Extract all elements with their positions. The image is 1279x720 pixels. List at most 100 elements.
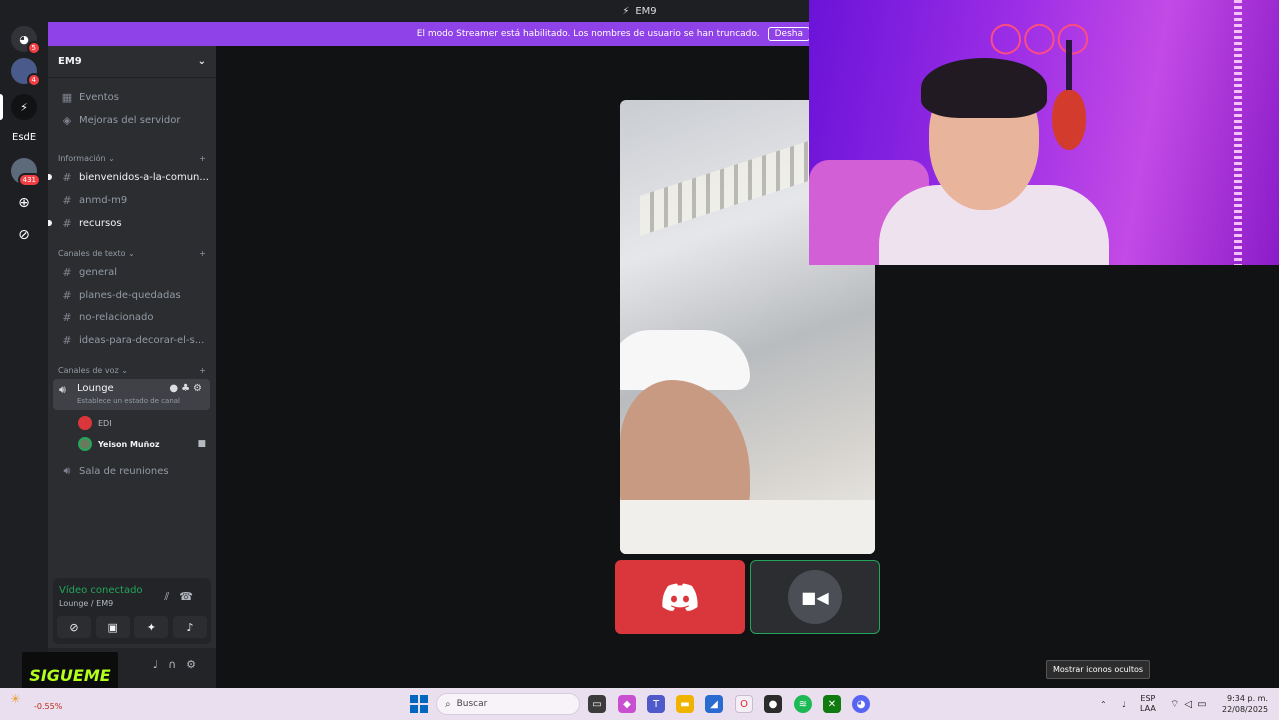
channel-ideas[interactable]: # ideas-para-decorar-el-s... — [54, 330, 210, 350]
hidden-icons-tooltip: Mostrar iconos ocultos — [1046, 660, 1151, 679]
microphone-tray-icon[interactable]: ♩ — [1122, 688, 1126, 720]
microphone-icon[interactable]: ♩ — [153, 658, 168, 671]
discord-icon[interactable]: ◕ — [852, 695, 870, 713]
disconnect-icon[interactable]: ☎ — [179, 590, 203, 603]
unread-indicator — [48, 220, 52, 226]
person-hair — [921, 58, 1047, 118]
screen-share-button[interactable]: ▣ — [95, 616, 130, 638]
wifi-icon: ⌔ — [1170, 698, 1185, 710]
boost-icon: ◈ — [62, 113, 72, 127]
task-view-icon[interactable]: ▭ — [588, 695, 606, 713]
server-icon-1[interactable]: 4 — [11, 58, 41, 87]
participant-tile-yeison[interactable]: ■◀ — [750, 560, 880, 634]
server-icon-4[interactable]: 431 — [11, 158, 41, 187]
screen: ⚡ EM9 ◕ 5 4 ⚡ EsdE 431 ⊕ ⊘ El modo Strea… — [0, 0, 1279, 720]
server-rail: ◕ 5 4 ⚡ EsdE 431 ⊕ ⊘ — [0, 22, 48, 688]
server-header[interactable]: EM9 ⌄ — [48, 46, 216, 78]
voice-user-yeison[interactable]: Yeison Muñoz ■ — [78, 435, 206, 453]
channel-bienvenidos[interactable]: # bienvenidos-a-la-comun... — [48, 167, 210, 187]
video-camera-icon: ■◀ — [801, 587, 829, 607]
discord-home-button[interactable]: ◕ 5 — [11, 26, 41, 55]
channel-no-relacionado[interactable]: # no-relacionado — [54, 307, 210, 327]
chat-icon[interactable]: ● — [169, 383, 181, 394]
taskbar-search[interactable]: ⌕ Buscar — [436, 693, 580, 715]
xbox-icon[interactable]: ✕ — [823, 695, 841, 713]
selected-server-indicator — [0, 94, 3, 120]
channel-anmd-m9[interactable]: # anmd-m9 — [54, 190, 210, 210]
hash-icon: # — [62, 170, 72, 184]
soundboard-button[interactable]: ♪ — [172, 616, 207, 638]
discord-logo-icon — [662, 583, 698, 611]
gear-icon[interactable]: ⚙ — [193, 383, 205, 394]
noise-suppression-icon[interactable]: ⫽ — [164, 590, 179, 603]
server-icon-em9[interactable]: ⚡ — [11, 94, 37, 120]
unread-indicator — [48, 174, 52, 180]
camera-off-button[interactable]: ⊘ — [57, 616, 91, 638]
voice-location[interactable]: Lounge / EM9 — [59, 599, 113, 608]
search-icon: ⌕ — [445, 698, 451, 710]
channel-general[interactable]: # general — [54, 262, 210, 282]
disable-streamer-button[interactable]: Desha — [767, 27, 810, 41]
sidebar-item-events[interactable]: ▦ Eventos — [54, 87, 210, 107]
calendar-icon: ▦ — [61, 90, 73, 104]
participant-tile-edi[interactable] — [615, 560, 745, 634]
teams-icon[interactable]: T — [647, 695, 665, 713]
notification-badge: 4 — [26, 73, 41, 87]
obs-icon[interactable]: ● — [764, 695, 782, 713]
add-server-button[interactable]: ⊕ — [11, 190, 37, 216]
lightning-icon: ⚡ — [20, 100, 28, 114]
compass-icon: ⊘ — [18, 227, 30, 243]
chevron-down-icon: ⌄ — [197, 56, 206, 67]
invite-icon[interactable]: ♣ — [181, 383, 193, 394]
spotify-icon[interactable]: ≋ — [794, 695, 812, 713]
channel-planes[interactable]: # planes-de-quedadas — [54, 285, 210, 305]
weather-icon: ☀ — [10, 692, 21, 706]
visual-studio-icon[interactable]: ◢ — [705, 695, 723, 713]
quick-settings[interactable]: ⌔ ◁ ▭ — [1170, 688, 1212, 720]
plus-icon[interactable]: + — [199, 366, 206, 375]
sidebar-item-boosts[interactable]: ◈ Mejoras del servidor — [54, 110, 210, 130]
hash-icon: # — [62, 288, 72, 302]
channel-recursos[interactable]: # recursos — [48, 213, 210, 233]
category-info[interactable]: Información ⌄ + — [58, 154, 206, 163]
category-text[interactable]: Canales de texto ⌄ + — [58, 249, 206, 258]
voice-status[interactable]: Vídeo conectado — [59, 585, 143, 596]
widgets-button[interactable]: ☀ -0.55% — [10, 692, 62, 715]
activities-button[interactable]: ✦ — [134, 616, 169, 638]
guitar — [1052, 90, 1086, 150]
explore-button[interactable]: ⊘ — [11, 222, 37, 248]
start-button[interactable] — [410, 695, 428, 713]
voice-channel-sala[interactable]: 🔊︎ Sala de reuniones — [54, 461, 210, 481]
voice-connected-panel: Vídeo conectado Lounge / EM9 ⫽☎ ⊘ ▣ ✦ ♪ — [53, 578, 211, 644]
opera-icon[interactable]: O — [735, 695, 753, 713]
windows-taskbar: ☀ -0.55% ⌕ Buscar ▭ ◆ T ▬ ◢ O ● ≋ ✕ ◕ ⌃ … — [0, 688, 1279, 720]
copilot-icon[interactable]: ◆ — [618, 695, 636, 713]
speaker-icon: 🔊︎ — [63, 464, 71, 477]
clock[interactable]: 9:34 p. m. 22/08/2025 — [1222, 693, 1268, 715]
hash-icon: # — [62, 333, 72, 347]
plus-icon[interactable]: + — [199, 154, 206, 163]
led-strip — [1234, 0, 1242, 265]
file-explorer-icon[interactable]: ▬ — [676, 695, 694, 713]
streamer-webcam-overlay: ◯◯◯ — [809, 0, 1279, 265]
notification-badge: 5 — [26, 41, 41, 55]
server-label-esde[interactable]: EsdE — [12, 132, 36, 143]
show-hidden-icons-button[interactable]: ⌃ — [1100, 688, 1107, 720]
channel-actions: ●♣⚙ — [169, 383, 205, 394]
language-indicator[interactable]: ESP LAA — [1140, 688, 1156, 720]
balloon-decoration: ◯◯◯ — [989, 20, 1090, 55]
battery-icon: ▭ — [1197, 698, 1212, 710]
voice-user-edi[interactable]: EDI — [78, 414, 112, 432]
category-voice[interactable]: Canales de voz ⌄ + — [58, 366, 206, 375]
set-channel-status[interactable]: Establece un estado de canal — [77, 397, 180, 405]
headphones-icon[interactable]: ∩ — [168, 658, 186, 671]
notification-badge: 431 — [17, 173, 41, 187]
voice-channel-lounge[interactable]: 🔊︎ Lounge Establece un estado de canal ●… — [53, 379, 210, 410]
plus-icon[interactable]: + — [199, 249, 206, 258]
avatar — [78, 437, 92, 451]
banner-text: El modo Streamer está habilitado. Los no… — [416, 29, 760, 39]
gear-icon[interactable]: ⚙ — [186, 658, 206, 671]
hash-icon: # — [62, 310, 72, 324]
channel-sidebar: EM9 ⌄ ▦ Eventos ◈ Mejoras del servidor I… — [48, 46, 216, 688]
guitar-neck — [1066, 40, 1072, 95]
